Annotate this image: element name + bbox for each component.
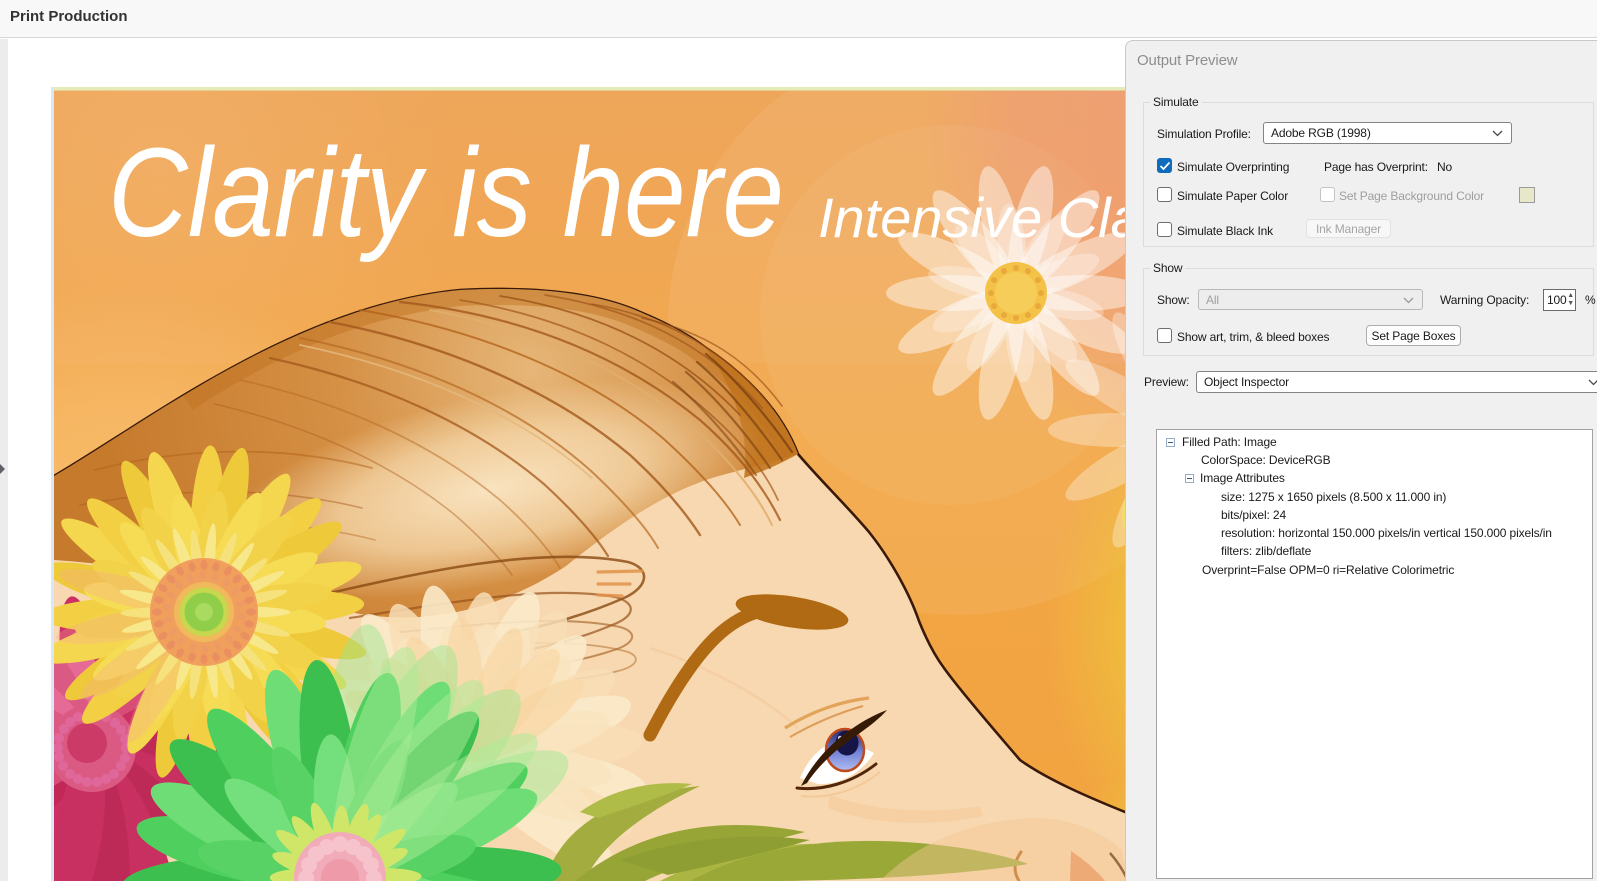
svg-text:Clarity is here: Clarity is here	[108, 122, 784, 263]
svg-text:Intensive Clari: Intensive Clari	[818, 186, 1130, 249]
